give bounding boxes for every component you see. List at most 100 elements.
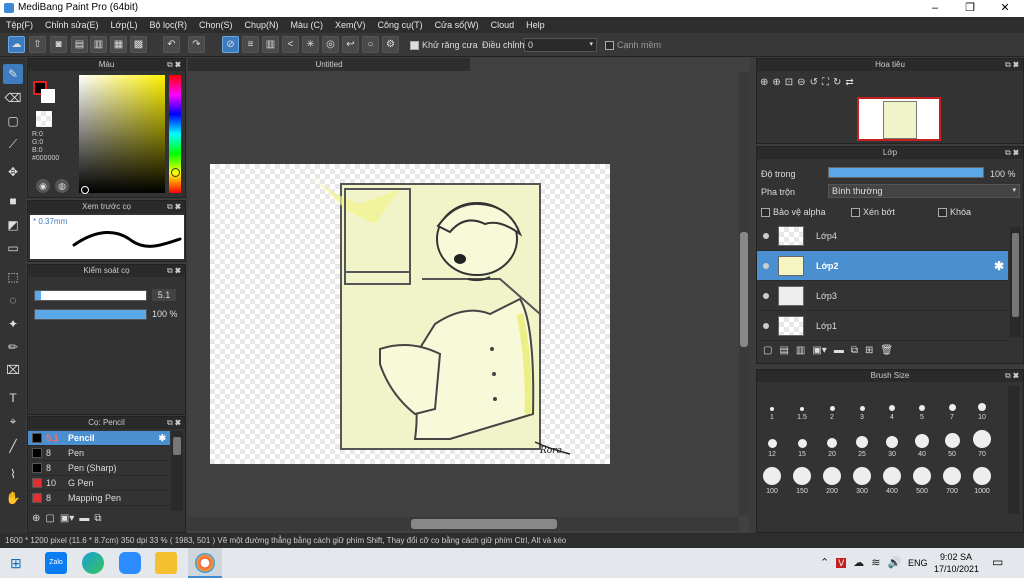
edge-browser-icon[interactable] xyxy=(82,552,104,574)
magic-wand-icon[interactable]: ✦ xyxy=(3,314,23,334)
scroll-thumb[interactable] xyxy=(173,437,181,455)
color-wheel-icon[interactable]: ◍ xyxy=(55,179,69,193)
brush-size-slider[interactable] xyxy=(34,290,147,301)
zoom-out-icon[interactable]: ⊖ xyxy=(797,77,805,88)
menu-select[interactable]: Chọn(S) xyxy=(199,20,233,30)
fill-rect-tool-icon[interactable]: ■ xyxy=(3,191,23,211)
dot-tool-icon[interactable]: ⟋ xyxy=(3,134,23,154)
menu-filter[interactable]: Bộ lọc(R) xyxy=(149,20,187,30)
medibang-taskbar-button[interactable] xyxy=(188,548,222,578)
brush-size-option[interactable]: 200 xyxy=(817,458,847,495)
layer-list-scrollbar[interactable] xyxy=(1010,227,1021,337)
upload-icon[interactable]: ⇧ xyxy=(29,36,46,53)
brush-size-option[interactable]: 1 xyxy=(757,384,787,421)
menu-file[interactable]: Tệp(F) xyxy=(6,20,33,30)
rotate-left-icon[interactable]: ↺ xyxy=(810,77,818,88)
brush-tool-icon[interactable]: ✎ xyxy=(3,64,23,84)
fit-screen-icon[interactable]: ⛶ xyxy=(822,77,829,88)
layer-row[interactable]: Lớp2 ✱ xyxy=(757,251,1008,281)
brush-size-option[interactable]: 70 xyxy=(967,421,997,458)
settings-snap-icon[interactable]: ⚙ xyxy=(382,36,399,53)
layer-row[interactable]: Lớp3 xyxy=(757,281,1008,311)
rotate-right-icon[interactable]: ↻ xyxy=(833,77,841,88)
brush-size-option[interactable]: 100 xyxy=(757,458,787,495)
chevron-up-icon[interactable]: ⌃ xyxy=(820,556,829,569)
new-layer-icon[interactable]: ▢ xyxy=(763,345,772,356)
brush-size-scrollbar[interactable] xyxy=(1008,386,1019,514)
cloud-icon[interactable]: ☁ xyxy=(8,36,25,53)
brush-opacity-slider[interactable] xyxy=(34,309,147,320)
visibility-eye-icon[interactable] xyxy=(763,322,769,329)
protect-alpha-toggle[interactable]: Bảo vệ alpha xyxy=(761,207,826,217)
transparent-swatch[interactable] xyxy=(36,111,52,127)
brush-item-g-pen[interactable]: 10 G Pen xyxy=(28,476,170,491)
blend-mode-select[interactable]: Bình thường ▾ xyxy=(828,184,1020,198)
background-color-swatch[interactable] xyxy=(41,89,55,103)
operation-tool-icon[interactable]: ⌖ xyxy=(3,411,23,431)
brush-item-pencil[interactable]: 5.1 Pencil ✱ xyxy=(28,431,170,446)
panel-controls-icon[interactable]: ⧉ ✖ xyxy=(167,265,181,277)
brush-size-option[interactable]: 20 xyxy=(817,421,847,458)
windows-start-icon[interactable]: ⊞ xyxy=(10,555,22,572)
drawing-canvas[interactable]: Rore xyxy=(210,164,610,464)
brush-size-option[interactable]: 700 xyxy=(937,458,967,495)
lock-checkbox[interactable] xyxy=(938,207,947,217)
brush-size-option[interactable]: 40 xyxy=(907,421,937,458)
brush-size-option[interactable]: 15 xyxy=(787,421,817,458)
notification-icon[interactable]: ▭ xyxy=(992,555,1003,569)
zoom-in-alt-icon[interactable]: ⊕ xyxy=(772,77,780,88)
wifi-icon[interactable]: ≋ xyxy=(871,556,880,569)
brush-size-option[interactable]: 4 xyxy=(877,384,907,421)
message-icon[interactable]: ▤ xyxy=(71,36,88,53)
brush-menu-icon[interactable]: ▣▾ xyxy=(60,513,74,524)
delete-layer-icon[interactable]: 🗑 xyxy=(880,345,893,356)
menu-layer[interactable]: Lớp(L) xyxy=(111,20,138,30)
gear-icon[interactable]: ✱ xyxy=(158,433,166,444)
zalo-icon[interactable]: Zalo xyxy=(45,552,67,574)
zoom-app-icon[interactable] xyxy=(119,552,141,574)
close-button[interactable]: ✕ xyxy=(988,0,1022,17)
grid-snap-icon[interactable]: ▥ xyxy=(262,36,279,53)
gradient-tool-icon[interactable]: ▭ xyxy=(3,238,23,258)
merge-down-icon[interactable]: ⊞ xyxy=(865,345,873,356)
duplicate-layer-icon[interactable]: ⧉ xyxy=(851,345,858,356)
duplicate-brush-icon[interactable]: ⧉ xyxy=(94,513,101,524)
brush-size-option[interactable]: 1000 xyxy=(967,458,997,495)
menu-edit[interactable]: Chỉnh sửa(E) xyxy=(45,20,99,30)
menu-color[interactable]: Màu (C) xyxy=(291,20,324,30)
perspective-snap-icon[interactable]: < xyxy=(282,36,299,53)
comment-icon[interactable]: ◙ xyxy=(50,36,67,53)
brush-item-pen-sharp[interactable]: 8 Pen (Sharp) xyxy=(28,461,170,476)
panel-controls-icon[interactable]: ⧉ ✖ xyxy=(1005,370,1019,382)
text-tool-icon[interactable]: T xyxy=(3,388,23,408)
brush-size-option[interactable]: 2 xyxy=(817,384,847,421)
antialias-checkbox[interactable] xyxy=(410,40,419,50)
brush-size-option[interactable]: 300 xyxy=(847,458,877,495)
brush-size-option[interactable]: 7 xyxy=(937,384,967,421)
menu-tools[interactable]: Công cụ(T) xyxy=(378,20,423,30)
brush-item-pen[interactable]: 8 Pen xyxy=(28,446,170,461)
soft-edge-toggle[interactable]: Cạnh mềm xyxy=(605,40,661,50)
new-8bit-layer-icon[interactable]: ▥ xyxy=(796,345,805,356)
document-tab[interactable]: Untitled xyxy=(188,58,470,71)
canvas-horizontal-scrollbar[interactable] xyxy=(188,517,739,531)
bucket-tool-icon[interactable]: ◩ xyxy=(3,215,23,235)
brush-size-option[interactable]: 3 xyxy=(847,384,877,421)
flip-icon[interactable]: ⇄ xyxy=(845,77,853,88)
new-halftone-layer-icon[interactable]: ▤ xyxy=(779,345,788,356)
picker-cursor[interactable] xyxy=(81,186,89,194)
visibility-eye-icon[interactable] xyxy=(763,262,769,269)
scroll-thumb[interactable] xyxy=(740,232,748,347)
antialias-toggle[interactable]: Khử răng cưa xyxy=(410,40,478,50)
eraser-tool-icon[interactable]: ⌫ xyxy=(3,88,23,108)
lasso-tool-icon[interactable]: ◌ xyxy=(3,290,23,310)
grid-icon[interactable]: ▩ xyxy=(130,36,147,53)
gear-icon[interactable]: ✱ xyxy=(994,259,1004,273)
brush-size-option[interactable]: 150 xyxy=(787,458,817,495)
hand-tool-icon[interactable]: ✋ xyxy=(3,488,23,508)
panel-controls-icon[interactable]: ⧉ ✖ xyxy=(1005,147,1019,159)
clock[interactable]: 9:02 SA 17/10/2021 xyxy=(934,551,979,575)
visibility-eye-icon[interactable] xyxy=(763,232,769,239)
soft-edge-checkbox[interactable] xyxy=(605,40,614,50)
brush-size-option[interactable]: 5 xyxy=(907,384,937,421)
